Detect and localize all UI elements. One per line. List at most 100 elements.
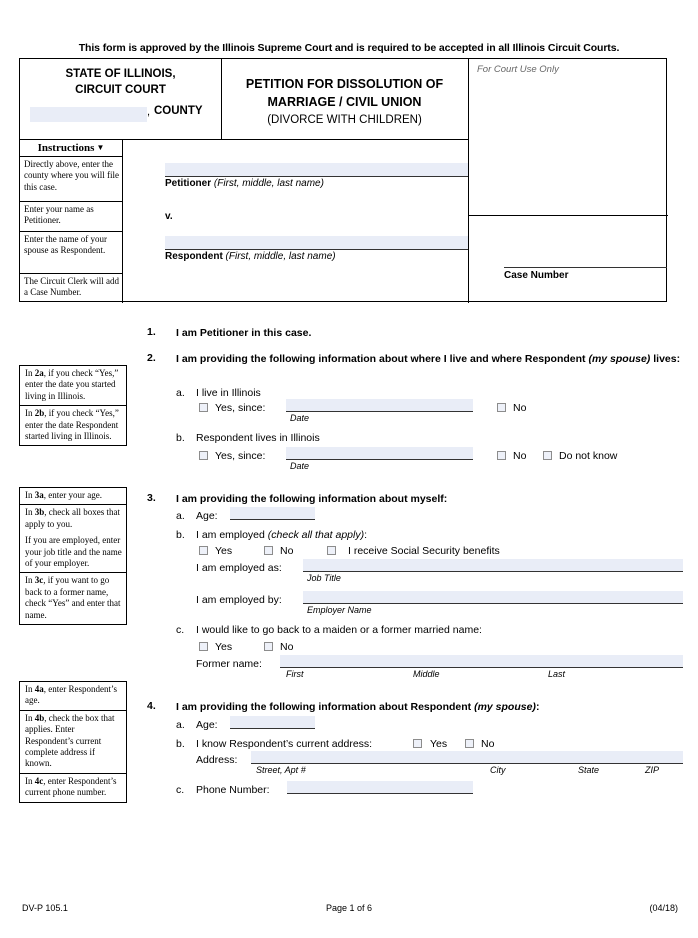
- instructions-column: Instructions ▼ Directly above, enter the …: [20, 139, 123, 303]
- item-4b-hint-state: State: [578, 765, 600, 775]
- petitioner-label: Petitioner (First, middle, last name): [165, 178, 324, 189]
- petitioner-label-bold: Petitioner: [165, 178, 212, 189]
- item-2b-date-hint: Date: [290, 461, 310, 471]
- item-2b-no-checkbox[interactable]: [497, 451, 506, 460]
- county-label: COUNTY: [154, 105, 203, 117]
- side-note-2a: In 2a, if you check “Yes,” enter the dat…: [20, 366, 126, 407]
- item-3b-label-colon: :: [364, 529, 368, 541]
- document-title-line1: PETITION FOR DISSOLUTION OF: [245, 77, 444, 91]
- item-2b-text: Respondent lives in Illinois: [196, 432, 320, 444]
- item-4c-phone-rule: [287, 793, 473, 794]
- petitioner-label-hint: (First, middle, last name): [211, 178, 324, 189]
- item-4a-label: Age:: [196, 719, 218, 731]
- item-3b-yes-label: Yes: [215, 545, 233, 557]
- item-4-text-part1: I am providing the following information…: [176, 701, 475, 713]
- approval-statement: This form is approved by the Illinois Su…: [78, 42, 620, 54]
- instruction-item-case-number: The Circuit Clerk will add a Case Number…: [20, 274, 123, 303]
- item-4b-text: I know Respondent’s current address:: [196, 738, 373, 750]
- respondent-label-hint: (First, middle, last name): [222, 251, 336, 262]
- item-2b-dontknow-checkbox[interactable]: [543, 451, 552, 460]
- petitioner-rule: [165, 176, 468, 177]
- item-2a-text: I live in Illinois: [196, 387, 261, 399]
- item-3a-letter: a.: [176, 510, 185, 522]
- respondent-label-bold: Respondent: [165, 251, 223, 262]
- court-use-only-label: For Court Use Only: [477, 64, 559, 75]
- item-4b-address-label: Address:: [196, 754, 238, 766]
- item-2a-date-input[interactable]: [286, 399, 473, 411]
- item-3b-no-checkbox[interactable]: [264, 546, 273, 555]
- instruction-item-respondent: Enter the name of your spouse as Respond…: [20, 232, 123, 274]
- item-2a-date-rule: [286, 411, 473, 412]
- item-3c-yes-label: Yes: [215, 641, 233, 653]
- item-4a-age-input[interactable]: [230, 716, 315, 728]
- respondent-rule: [165, 249, 468, 250]
- county-input[interactable]: [30, 107, 147, 122]
- document-title-line2: MARRIAGE / CIVIL UNION: [267, 95, 422, 109]
- case-number-rule: [504, 267, 667, 268]
- item-2-text: I am providing the following information…: [176, 352, 684, 367]
- item-3c-hint-last: Last: [548, 669, 566, 679]
- item-4b-hint-zip: ZIP: [645, 765, 660, 775]
- item-3b-yes-checkbox[interactable]: [199, 546, 208, 555]
- item-4c-label: Phone Number:: [196, 784, 270, 796]
- item-4b-no-label: No: [481, 738, 495, 750]
- side-note-3c: In 3c, if you want to go back to a forme…: [25, 575, 121, 620]
- item-3b-label: I am employed (check all that apply):: [196, 529, 367, 541]
- court-use-divider: [468, 215, 668, 217]
- item-2b-letter: b.: [176, 432, 185, 444]
- item-3c-former-name-input[interactable]: [280, 655, 683, 667]
- petitioner-input[interactable]: [165, 163, 468, 176]
- item-2-text-italic: (my spouse): [588, 353, 651, 365]
- item-2b-date-rule: [286, 459, 473, 460]
- item-3b-employed-by-label: I am employed by:: [196, 594, 282, 606]
- item-3c-no-checkbox[interactable]: [264, 642, 273, 651]
- item-4c-phone-input[interactable]: [287, 781, 473, 793]
- state-title-line2: CIRCUIT COURT: [75, 84, 166, 96]
- item-2a-letter: a.: [176, 387, 185, 399]
- respondent-label: Respondent (First, middle, last name): [165, 251, 336, 262]
- item-2a-no-checkbox[interactable]: [497, 403, 506, 412]
- item-2-number: 2.: [147, 352, 156, 364]
- state-title-line1: STATE OF ILLINOIS,: [65, 68, 176, 80]
- item-3b-employer-input[interactable]: [303, 591, 683, 603]
- item-3a-label: Age:: [196, 510, 218, 522]
- instruction-item-county: Directly above, enter the county where y…: [20, 157, 123, 202]
- item-3c-letter: c.: [176, 624, 185, 636]
- item-2a-date-hint: Date: [290, 413, 310, 423]
- item-3a-age-input[interactable]: [230, 507, 315, 519]
- chevron-down-icon[interactable]: ▼: [96, 139, 104, 156]
- item-2b-yes-checkbox[interactable]: [199, 451, 208, 460]
- document-subtitle: (DIVORCE WITH CHILDREN): [267, 114, 422, 126]
- item-4-text-part2: :: [535, 701, 540, 713]
- item-3b-social-security-checkbox[interactable]: [327, 546, 336, 555]
- item-4b-yes-checkbox[interactable]: [413, 739, 422, 748]
- form-page: This form is approved by the Illinois Su…: [0, 0, 698, 938]
- item-3c-former-name-rule: [280, 667, 683, 668]
- respondent-input[interactable]: [165, 236, 468, 249]
- instructions-header[interactable]: Instructions ▼: [20, 139, 123, 157]
- item-4b-address-rule: [251, 763, 683, 764]
- item-3b-employer-rule: [303, 603, 683, 604]
- item-4b-hint-city: City: [490, 765, 506, 775]
- side-note-4a: In 4a, enter Respondent’s age.: [20, 682, 126, 711]
- side-note-box-item4: In 4a, enter Respondent’s age. In 4b, ch…: [19, 681, 127, 803]
- caption-table: STATE OF ILLINOIS, CIRCUIT COURT , COUNT…: [19, 58, 668, 303]
- item-3c-former-name-label: Former name:: [196, 658, 262, 670]
- instructions-header-label: Instructions: [37, 142, 95, 154]
- item-4-text: I am providing the following information…: [176, 700, 684, 715]
- item-1-text: I am Petitioner in this case.: [176, 327, 312, 339]
- item-2a-yes-checkbox[interactable]: [199, 403, 208, 412]
- item-4b-address-input[interactable]: [251, 751, 683, 763]
- item-3b-job-title-input[interactable]: [303, 559, 683, 571]
- versus-label: v.: [165, 211, 173, 222]
- item-2b-date-input[interactable]: [286, 447, 473, 459]
- item-4b-no-checkbox[interactable]: [465, 739, 474, 748]
- item-3b-label-text: I am employed: [196, 529, 268, 541]
- instruction-item-petitioner: Enter your name as Petitioner.: [20, 202, 123, 232]
- item-4b-letter: b.: [176, 738, 185, 750]
- item-2b-dontknow-label: Do not know: [559, 450, 618, 462]
- item-3c-no-label: No: [280, 641, 294, 653]
- item-3c-yes-checkbox[interactable]: [199, 642, 208, 651]
- item-3-text: I am providing the following information…: [176, 493, 448, 505]
- item-2a-no-label: No: [513, 402, 527, 414]
